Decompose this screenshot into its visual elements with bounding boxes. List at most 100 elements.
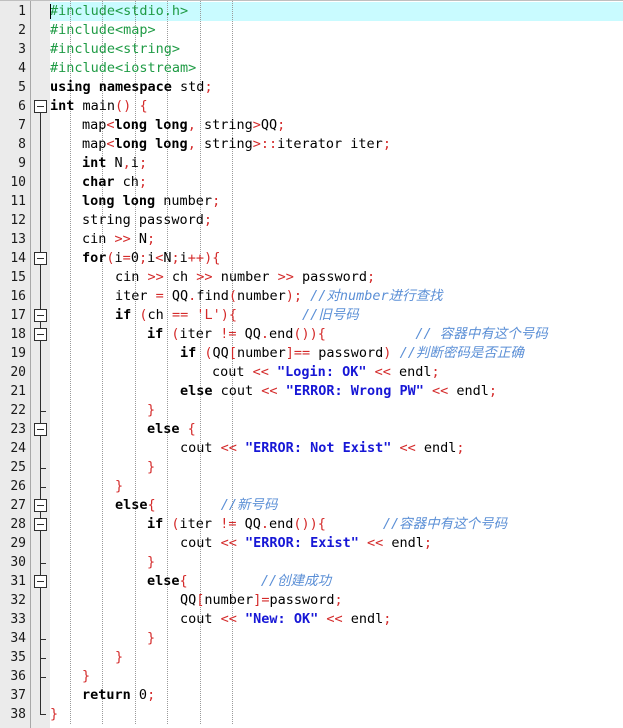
code-token-kw: using namespace: [50, 79, 172, 95]
fold-toggle-button[interactable]: [34, 252, 47, 265]
code-line[interactable]: map<long long, string>QQ;: [82, 116, 285, 135]
code-token-op: ): [220, 307, 229, 323]
code-line[interactable]: if (ch == 'L'){ //旧号码: [115, 306, 359, 325]
fold-tick-marker: [40, 658, 46, 659]
fold-toggle-button[interactable]: [34, 423, 47, 436]
code-line[interactable]: #include<stdio.h>: [50, 2, 188, 21]
line-number: 26: [10, 479, 26, 494]
fold-toggle-button[interactable]: [34, 575, 47, 588]
code-line[interactable]: }: [115, 648, 123, 667]
code-token-op: <<: [220, 611, 237, 627]
code-token-pl: cout: [180, 535, 221, 551]
code-line[interactable]: using namespace std;: [50, 78, 213, 97]
line-number: 19: [10, 346, 26, 361]
code-token-op: ()): [293, 516, 318, 532]
line-number-gutter[interactable]: 1 2 3 4 5 6 7 8 9 10 11 12 13 14 15 16 17 18 19 20 21 22 23 24 2…: [0, 1, 31, 728]
code-line[interactable]: cout << "ERROR: Exist" << endl;: [180, 534, 432, 553]
code-token-op: <<: [366, 535, 384, 551]
code-line[interactable]: string password;: [82, 211, 212, 230]
code-line[interactable]: else{ //新号码: [115, 496, 277, 515]
code-token-op: {: [187, 421, 196, 437]
code-line[interactable]: return 0;: [82, 686, 155, 705]
code-line[interactable]: if (QQ[number]== password) //判断密码是否正确: [180, 344, 524, 363]
code-token-op: ()): [293, 326, 318, 342]
fold-tick-marker: [40, 639, 46, 640]
code-line[interactable]: else{ //创建成功: [147, 572, 331, 591]
code-token-kw: else: [180, 383, 213, 399]
line-number: 8: [18, 137, 26, 152]
code-line[interactable]: #include<string>: [50, 40, 180, 59]
code-line[interactable]: cin >> ch >> number >> password;: [115, 268, 375, 287]
fold-toggle-button[interactable]: [34, 309, 47, 322]
code-token-op: [: [228, 345, 237, 361]
code-token-op: ,: [187, 117, 196, 133]
code-line[interactable]: #include<map>: [50, 21, 156, 40]
fold-toggle-button[interactable]: [34, 328, 47, 341]
code-token-pl: ch: [163, 269, 197, 285]
code-editor[interactable]: 1 2 3 4 5 6 7 8 9 10 11 12 13 14 15 16 17 18 19 20 21 22 23 24 2…: [0, 0, 623, 728]
code-line[interactable]: cout << "ERROR: Not Exist" << endl;: [180, 439, 465, 458]
line-number: 2: [18, 23, 26, 38]
line-number: 38: [10, 707, 26, 722]
code-line[interactable]: map<long long, string>::iterator iter;: [82, 135, 391, 154]
code-token-pl: end: [268, 326, 294, 342]
code-token-pl: cout: [212, 364, 253, 380]
code-line[interactable]: long long number;: [82, 192, 220, 211]
code-token-op: ,: [122, 155, 131, 171]
code-line[interactable]: int main() {: [50, 97, 148, 116]
fold-range-line: [40, 334, 41, 411]
code-token-pl: map: [82, 117, 107, 133]
code-line[interactable]: char ch;: [82, 173, 147, 192]
code-line[interactable]: cin >> N;: [82, 230, 155, 249]
code-line[interactable]: int N,i;: [82, 154, 147, 173]
code-line[interactable]: }: [147, 401, 155, 420]
fold-toggle-button[interactable]: [34, 100, 47, 113]
code-token-op: <<: [374, 364, 391, 380]
fold-toggle-button[interactable]: [34, 499, 47, 512]
code-token-op: {: [147, 497, 156, 513]
code-line[interactable]: if (iter != QQ.end()){ // 容器中有这个号码: [147, 325, 548, 344]
code-token-op: >>: [147, 269, 164, 285]
code-token-op: <<: [261, 383, 278, 399]
code-line[interactable]: #include<iostream>: [50, 59, 196, 78]
line-number: 24: [10, 441, 26, 456]
code-token-op: ;: [138, 155, 148, 171]
code-token-pl: endl: [415, 440, 457, 456]
code-line[interactable]: QQ[number]=password;: [180, 591, 343, 610]
code-token-op: <<: [399, 440, 416, 456]
fold-toggle-button[interactable]: [34, 518, 47, 531]
code-line[interactable]: }: [50, 705, 58, 724]
code-token-str: "ERROR: Exist": [245, 535, 359, 551]
code-token-cmt: //对number进行查找: [310, 288, 443, 304]
code-line[interactable]: }: [147, 458, 155, 477]
line-number: 33: [10, 612, 26, 627]
code-line[interactable]: for(i=0;i<N;i++){: [82, 249, 220, 268]
code-line[interactable]: }: [115, 477, 123, 496]
code-line[interactable]: cout << "New: OK" << endl;: [180, 610, 391, 629]
code-line[interactable]: }: [147, 629, 155, 648]
code-line[interactable]: if (iter != QQ.end()){ //容器中有这个号码: [147, 515, 507, 534]
code-line[interactable]: cout << "Login: OK" << endl;: [212, 363, 440, 382]
code-line[interactable]: else cout << "ERROR: Wrong PW" << endl;: [180, 382, 497, 401]
code-line[interactable]: else {: [147, 420, 196, 439]
code-token-cmt: //旧号码: [302, 307, 359, 323]
line-number: 1: [18, 4, 26, 19]
code-text-area[interactable]: #include<stdio.h> #include<map> #include<s…: [50, 1, 623, 728]
line-number: 17: [10, 308, 26, 323]
line-number: 5: [18, 80, 26, 95]
code-line[interactable]: iter = QQ.find(number); //对number进行查找: [115, 287, 443, 306]
code-line[interactable]: }: [147, 553, 155, 572]
line-number: 32: [10, 593, 26, 608]
code-token-pl: i: [147, 250, 156, 266]
code-token-num: 0: [138, 687, 148, 703]
code-line[interactable]: }: [82, 667, 90, 686]
code-token-pl: N: [163, 250, 172, 266]
code-token-kw: else: [115, 497, 148, 513]
code-token-num: 0: [130, 250, 139, 266]
code-folding-gutter[interactable]: [31, 1, 50, 728]
